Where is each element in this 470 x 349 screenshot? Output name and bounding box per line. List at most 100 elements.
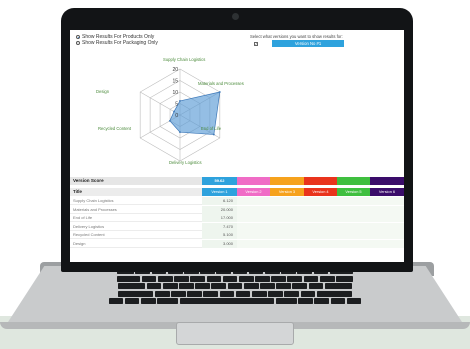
version-6-header[interactable]: Version 6 [370, 188, 404, 196]
row-empty-cells [237, 231, 404, 239]
row-title: Design [73, 240, 86, 246]
radar-chart-svg: 20 15 10 5 0 [139, 67, 221, 162]
version-4-header[interactable]: Version 4 [304, 188, 337, 196]
version-checkbox[interactable]: ✓ [254, 42, 258, 46]
keyboard-key [243, 283, 259, 290]
row-version-1-value: 6.120 [202, 197, 237, 205]
version-2-header[interactable]: Version 2 [237, 188, 270, 196]
keyboard-key [179, 298, 275, 305]
row-empty-cells [237, 239, 404, 248]
row-version-1-value: 5.100 [202, 231, 237, 239]
version-prompt: Select what versions you want to show re… [250, 34, 343, 39]
keyboard-key [179, 283, 194, 290]
keyboard-key [303, 275, 319, 282]
key-row [60, 298, 410, 305]
row-version-1-value: 20.000 [202, 205, 237, 214]
packaging-only-label: Show Results For Packaging Only [82, 40, 158, 46]
keyboard-key [324, 283, 353, 290]
laptop-bezel: Show Results For Products Only Show Resu… [61, 8, 413, 272]
table-header: Title Version 1 Version 2 Version 3 Vers… [70, 188, 404, 196]
version-2-swatch [237, 177, 270, 185]
keyboard-key [203, 290, 219, 297]
radar-label-recycled: Recycled Content [98, 126, 132, 131]
keyboard-key [255, 275, 270, 282]
version-6-swatch [370, 177, 404, 185]
keyboard-key [117, 275, 141, 282]
keyboard-key [314, 298, 330, 305]
radar-label-materials: Materials and Processes [198, 81, 244, 86]
keyboard-key [276, 283, 291, 290]
keyboard-key [162, 283, 178, 290]
keyboard-key [154, 290, 170, 297]
key-row [60, 275, 410, 282]
radar-data-point [179, 100, 181, 102]
keyboard-key [108, 298, 124, 305]
row-title: Materials and Processes [73, 206, 117, 212]
version-score-label: Version Score [73, 178, 104, 183]
table-row: Supply Chain Logistics 6.120 [70, 197, 404, 205]
row-title: Supply Chain Logistics [73, 198, 114, 203]
version-5-header[interactable]: Version 5 [337, 188, 370, 196]
keyboard-key [292, 283, 308, 290]
version-3-swatch [270, 177, 304, 185]
packaging-only-option[interactable]: Show Results For Packaging Only [76, 40, 158, 46]
table-row: End of Life 17.000 [70, 214, 404, 222]
keyboard [60, 268, 410, 306]
keyboard-key [268, 290, 283, 297]
version-3-header[interactable]: Version 3 [270, 188, 304, 196]
app-screen: Show Results For Products Only Show Resu… [70, 30, 404, 262]
radio-unselected-icon[interactable] [76, 41, 80, 45]
keyboard-key [146, 283, 162, 290]
webcam-icon [232, 13, 239, 20]
table-row: Delivery Logistics 7.470 [70, 222, 404, 231]
keyboard-key [157, 298, 179, 305]
row-version-1-value: 7.470 [202, 222, 237, 231]
keyboard-key [251, 290, 267, 297]
keyboard-key [287, 275, 303, 282]
keyboard-key [124, 298, 140, 305]
table-row: Design 3.000 [70, 239, 404, 248]
version-score-band: Version Score 59.62 [70, 177, 404, 185]
radar-label-end-of-life: End of Life [201, 126, 222, 131]
row-version-1-value: 3.000 [202, 239, 237, 248]
radar-data-point [168, 119, 171, 122]
keyboard-key [300, 290, 316, 297]
radar-tick-label: 5 [175, 101, 178, 107]
version-1-header[interactable]: Version 1 [202, 188, 237, 196]
keyboard-key [308, 283, 324, 290]
radar-label-delivery: Delivery Logistics [169, 160, 202, 165]
keyboard-key [206, 275, 222, 282]
radar-tick-label: 15 [172, 78, 178, 84]
row-title: Recycled Content [73, 232, 105, 237]
keyboard-key [235, 290, 251, 297]
keyboard-key [117, 283, 146, 290]
keyboard-key [319, 275, 335, 282]
keyboard-key [140, 298, 156, 305]
radio-selected-icon[interactable] [76, 35, 80, 39]
keyboard-key [330, 298, 346, 305]
version-1-score: 59.62 [202, 177, 237, 185]
keyboard-key [157, 275, 173, 282]
row-empty-cells [237, 222, 404, 231]
keyboard-key [190, 275, 206, 282]
keyboard-key [117, 290, 154, 297]
radar-tick-label: 0 [175, 113, 178, 119]
row-empty-cells [237, 214, 404, 222]
keyboard-key [227, 283, 243, 290]
radar-tick-label: 20 [172, 67, 178, 73]
keyboard-key [222, 275, 238, 282]
keyboard-key [275, 298, 297, 305]
keyboard-key [171, 290, 186, 297]
row-title: Delivery Logistics [73, 223, 105, 229]
keyboard-key [211, 283, 227, 290]
keyboard-key [219, 290, 235, 297]
keyboard-key [260, 283, 275, 290]
keyboard-key [187, 290, 202, 297]
keyboard-key [336, 275, 353, 282]
keyboard-key [238, 275, 254, 282]
version-5-swatch [337, 177, 370, 185]
key-row [60, 283, 410, 290]
keyboard-key [195, 283, 210, 290]
version-button[interactable]: Version No #1 [272, 40, 344, 47]
keyboard-key [316, 290, 353, 297]
